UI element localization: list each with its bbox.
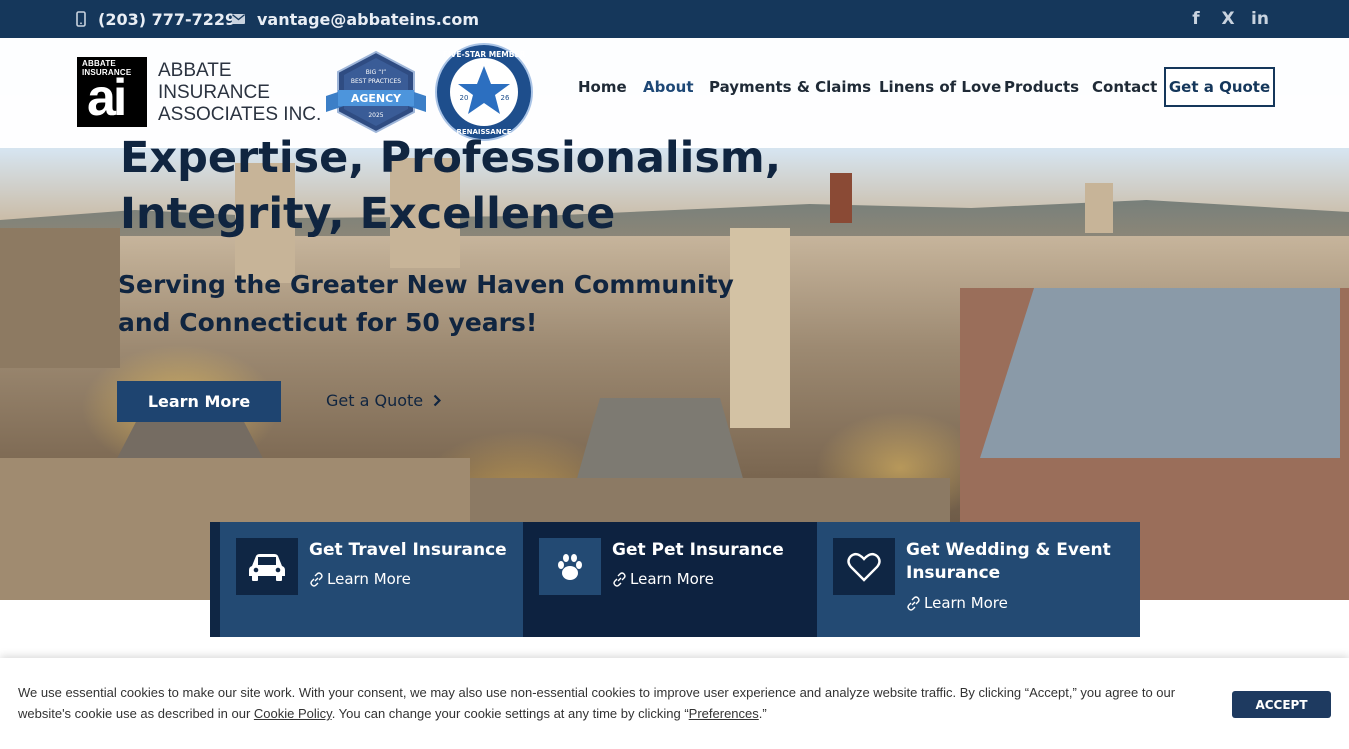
x-icon[interactable]: X [1219,9,1237,29]
nav-payments-claims[interactable]: Payments & Claims [709,78,871,98]
link-icon [907,595,920,611]
chevron-right-icon [433,394,442,407]
cookie-policy-link[interactable]: Cookie Policy [254,706,332,721]
get-a-quote-label: Get a Quote [326,391,424,410]
card-title: Get Pet Insurance [612,540,784,560]
nav-products[interactable]: Products [1004,78,1079,98]
get-a-quote-link[interactable]: Get a Quote [326,391,442,410]
nav-home[interactable]: Home [578,78,627,98]
link-icon [310,571,323,587]
cookie-message: We use essential cookies to make our sit… [18,685,1176,721]
linkedin-icon[interactable]: in [1251,9,1269,29]
card-title: Get Wedding & Event Insurance [906,540,1111,583]
page: (203) 777-7229 vantage@abbateins.com f X… [0,0,1349,749]
cookie-consent-banner: We use essential cookies to make our sit… [0,658,1349,749]
heart-icon [847,552,881,582]
card-learn-more-link[interactable]: Learn More [309,570,411,588]
nav-about[interactable]: About [643,78,694,98]
insurance-cards: Get Travel Insurance Learn More Get Pet … [210,522,1140,637]
card-learn-more-link[interactable]: Learn More [612,570,714,588]
travel-insurance-card[interactable]: Get Travel Insurance Learn More [220,522,523,637]
card-title: Get Travel Insurance [309,540,507,560]
wedding-event-insurance-card[interactable]: Get Wedding & Event Insurance Learn More [817,522,1140,637]
nav-contact[interactable]: Contact [1092,78,1157,98]
preferences-link[interactable]: Preferences [689,706,759,721]
envelope-icon [232,14,245,24]
accept-cookies-button[interactable]: ACCEPT [1232,691,1331,718]
hero-title: Expertise, Professionalism, Integrity, E… [120,133,782,239]
pet-insurance-card[interactable]: Get Pet Insurance Learn More [523,522,817,637]
card-learn-more-link[interactable]: Learn More [906,594,1008,612]
learn-more-button[interactable]: Learn More [117,381,281,422]
email-contact[interactable]: vantage@abbateins.com [232,0,479,38]
paw-icon [558,553,582,580]
link-icon [613,571,626,587]
phone-contact[interactable]: (203) 777-7229 [76,0,236,38]
phone-number: (203) 777-7229 [98,9,237,29]
hero-subtitle: Serving the Greater New Haven Community … [118,270,734,337]
phone-icon [76,11,86,27]
social-links: f X in [1187,0,1269,38]
get-a-quote-button[interactable]: Get a Quote [1164,67,1275,107]
facebook-icon[interactable]: f [1187,9,1205,29]
nav-linens-of-love[interactable]: Linens of Love [879,78,1001,98]
email-address: vantage@abbateins.com [257,9,479,29]
car-icon [249,553,285,581]
top-bar: (203) 777-7229 vantage@abbateins.com f X… [0,0,1349,38]
